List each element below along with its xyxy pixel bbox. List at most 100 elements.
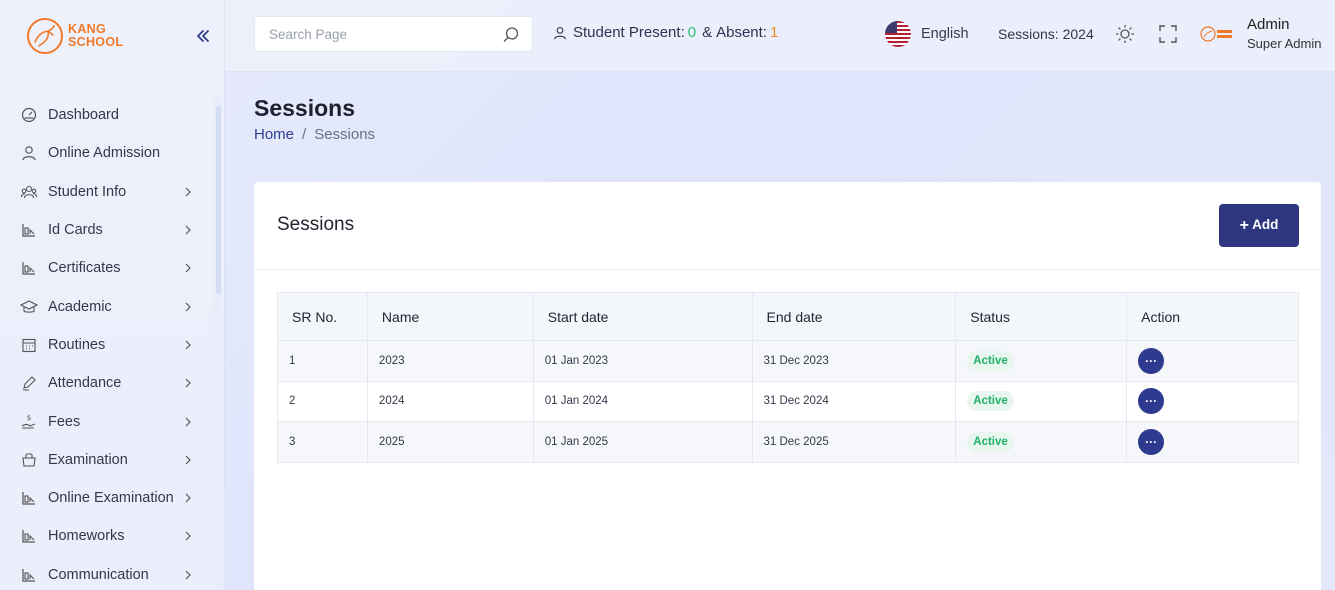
card-header: Sessions + Add: [254, 182, 1321, 270]
attendance-summary: Student Present: 0 & Absent: 1: [553, 24, 778, 41]
sidebar-item-dashboard[interactable]: Dashboard: [0, 96, 210, 134]
cell-name: 2024: [366, 380, 534, 422]
sidebar-item-student-info[interactable]: Student Info: [0, 173, 210, 211]
row-actions-button[interactable]: ···: [1138, 388, 1165, 415]
sidebar-item-label: Communication: [48, 566, 149, 583]
column-header-action: Action: [1126, 292, 1299, 341]
dashboard-icon: [20, 106, 38, 124]
sidebar-item-online-admission[interactable]: Online Admission: [0, 134, 210, 172]
current-session[interactable]: Sessions: 2024: [998, 26, 1094, 42]
language-label: English: [921, 26, 969, 42]
chevron-right-icon: [185, 531, 191, 541]
cell-end-date: 31 Dec 2024: [751, 380, 957, 422]
chevron-right-icon: [185, 570, 191, 580]
column-header-end-date[interactable]: End date: [751, 292, 957, 341]
column-header-start-date[interactable]: Start date: [532, 292, 753, 341]
present-count: 0: [687, 24, 697, 41]
sessions-card: Sessions + Add SR No. Name Start date En…: [254, 182, 1321, 590]
sidebar-item-label: Homeworks: [48, 528, 125, 545]
chart-icon: [20, 527, 38, 545]
sidebar-menu: Dashboard Online Admission Student Info …: [0, 96, 210, 590]
avatar[interactable]: [1200, 25, 1234, 43]
user-name: Admin: [1247, 16, 1290, 33]
present-label: Student Present:: [573, 24, 685, 41]
breadcrumb: Home / Sessions: [254, 126, 375, 143]
absent-count: 1: [769, 24, 779, 41]
table-row: 2 2024 01 Jan 2024 31 Dec 2024 Active ··…: [277, 380, 1299, 422]
chart-icon: [20, 221, 38, 239]
cell-action: ···: [1126, 421, 1299, 463]
sidebar-item-attendance[interactable]: Attendance: [0, 364, 210, 402]
user-icon: [20, 144, 38, 162]
chevron-right-icon: [185, 493, 191, 503]
sun-icon[interactable]: [1115, 24, 1135, 44]
user-info[interactable]: Admin Super Admin: [1247, 16, 1321, 51]
school-logo[interactable]: KANG SCHOOL: [26, 17, 123, 55]
chevron-right-icon: [185, 455, 191, 465]
sidebar-item-label: Examination: [48, 451, 128, 468]
cell-name: 2023: [366, 340, 534, 382]
sidebar-item-routines[interactable]: Routines: [0, 326, 210, 364]
fees-icon: $: [20, 413, 38, 431]
sidebar-item-label: Student Info: [48, 183, 127, 200]
top-header: Student Present: 0 & Absent: 1 English S…: [225, 0, 1335, 72]
chevron-right-icon: [185, 263, 191, 273]
sidebar-item-fees[interactable]: $ Fees: [0, 402, 210, 440]
sidebar-item-homeworks[interactable]: Homeworks: [0, 517, 210, 555]
cell-action: ···: [1126, 380, 1299, 422]
sidebar-scrollbar-thumb[interactable]: [216, 106, 221, 294]
add-session-button[interactable]: + Add: [1219, 204, 1299, 247]
sidebar-item-certificates[interactable]: Certificates: [0, 249, 210, 287]
sidebar: KANG SCHOOL Dashboard Online Admission S…: [0, 0, 225, 590]
fullscreen-icon[interactable]: [1158, 24, 1178, 44]
sidebar-item-online-examination[interactable]: Online Examination: [0, 479, 210, 517]
chevron-right-icon: [185, 417, 191, 426]
double-chevron-left-icon: [197, 30, 209, 42]
chart-icon: [20, 259, 38, 277]
user-role: Super Admin: [1247, 36, 1322, 51]
calendar-icon: [20, 336, 38, 354]
presence-separator: &: [702, 24, 713, 41]
cell-status: Active: [955, 380, 1128, 422]
search-input[interactable]: [255, 17, 485, 51]
sidebar-item-communication[interactable]: Communication: [0, 556, 210, 590]
sidebar-item-id-cards[interactable]: Id Cards: [0, 211, 210, 249]
breadcrumb-home-link[interactable]: Home: [254, 126, 294, 143]
sidebar-item-label: Fees: [48, 413, 81, 430]
sidebar-item-label: Online Admission: [48, 145, 161, 162]
language-selector[interactable]: English: [885, 21, 969, 47]
logo-text: KANG SCHOOL: [68, 23, 123, 49]
svg-text:$: $: [27, 414, 31, 422]
status-badge: Active: [967, 391, 1014, 412]
absent-label: Absent:: [716, 24, 767, 41]
breadcrumb-current: Sessions: [314, 126, 376, 143]
row-actions-button[interactable]: ···: [1138, 347, 1165, 374]
sidebar-item-examination[interactable]: Examination: [0, 441, 210, 479]
column-header-name[interactable]: Name: [366, 292, 534, 341]
sidebar-item-label: Certificates: [48, 260, 121, 277]
chart-icon: [20, 489, 38, 507]
page-title: Sessions: [254, 95, 355, 121]
table-row: 3 2025 01 Jan 2025 31 Dec 2025 Active ··…: [277, 421, 1299, 463]
logo-text-line2: SCHOOL: [68, 35, 124, 49]
cell-start-date: 01 Jan 2024: [532, 380, 753, 422]
column-header-status[interactable]: Status: [955, 292, 1128, 341]
sidebar-item-label: Dashboard: [48, 107, 119, 124]
card-title: Sessions: [277, 214, 355, 235]
table-row: 1 2023 01 Jan 2023 31 Dec 2023 Active ··…: [277, 340, 1299, 382]
collapse-sidebar-button[interactable]: [193, 24, 213, 48]
column-header-sr-no[interactable]: SR No.: [277, 292, 368, 341]
kangaroo-logo-icon: [27, 18, 63, 54]
cell-sr-no: 1: [277, 340, 368, 382]
status-badge: Active: [967, 431, 1014, 452]
search-box[interactable]: [254, 16, 533, 52]
row-actions-button[interactable]: ···: [1138, 428, 1165, 455]
cell-name: 2025: [366, 421, 534, 463]
cell-status: Active: [955, 421, 1128, 463]
chevron-right-icon: [185, 187, 191, 197]
chevron-right-icon: [185, 340, 191, 350]
cell-sr-no: 2: [277, 380, 368, 422]
pen-icon: [20, 374, 38, 392]
sidebar-item-academic[interactable]: Academic: [0, 287, 210, 325]
search-icon[interactable]: [502, 26, 520, 44]
